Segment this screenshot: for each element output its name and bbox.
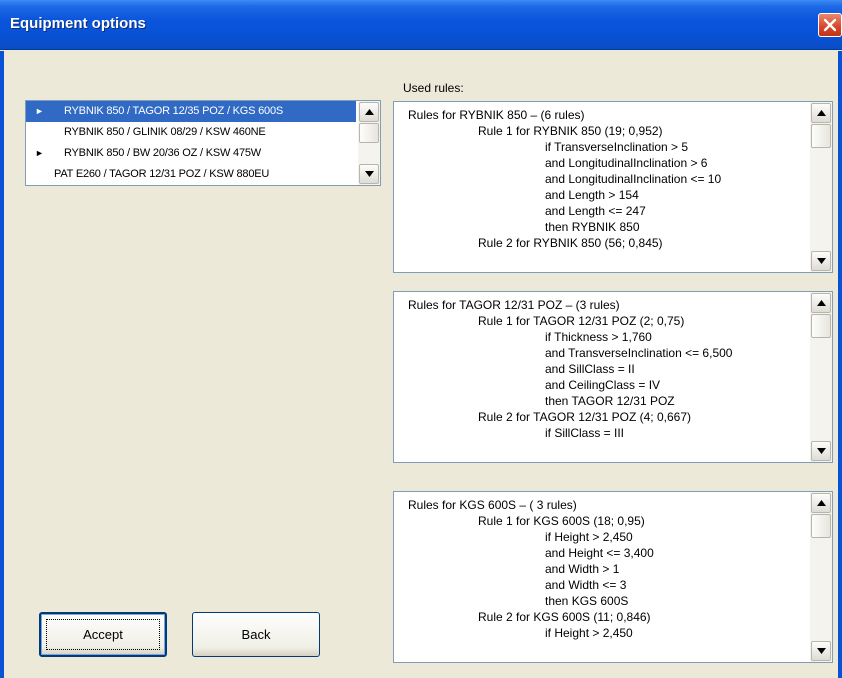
rules-panel-tagor[interactable]: Rules for TAGOR 12/31 POZ – (3 rules) Ru… bbox=[393, 291, 833, 463]
rule-title: Rule 1 for TAGOR 12/31 POZ (2; 0,75) bbox=[478, 314, 685, 328]
rule-condition: if Height > 2,450 bbox=[545, 626, 633, 640]
scroll-up-button[interactable] bbox=[811, 103, 831, 123]
rule-condition: and Length <= 247 bbox=[545, 204, 646, 218]
scroll-down-button[interactable] bbox=[811, 641, 831, 661]
rules-panel-rybnik[interactable]: Rules for RYBNIK 850 – (6 rules) Rule 1 … bbox=[393, 101, 833, 273]
scroll-up-button[interactable] bbox=[811, 493, 831, 513]
panel-scrollbar[interactable] bbox=[810, 492, 832, 662]
list-item-label: RYBNIK 850 / TAGOR 12/35 POZ / KGS 600S bbox=[64, 105, 284, 117]
rule-condition: if TransverseInclination > 5 bbox=[545, 140, 689, 154]
arrow-up-icon bbox=[816, 110, 826, 116]
arrow-up-icon bbox=[816, 500, 826, 506]
rule-conclusion: then KGS 600S bbox=[545, 594, 629, 608]
rules-heading: Rules for TAGOR 12/31 POZ – (3 rules) bbox=[408, 298, 620, 312]
list-item[interactable]: RYBNIK 850 / GLINIK 08/29 / KSW 460NE bbox=[26, 122, 356, 143]
rule-condition: and Length > 154 bbox=[545, 188, 639, 202]
current-row-marker: ► bbox=[35, 148, 44, 158]
list-scrollbar[interactable] bbox=[358, 101, 380, 185]
close-icon bbox=[823, 18, 837, 32]
scroll-thumb[interactable] bbox=[811, 124, 831, 148]
rule-condition: if SillClass = III bbox=[545, 426, 625, 440]
current-row-marker: ► bbox=[35, 106, 44, 116]
scroll-thumb[interactable] bbox=[811, 314, 831, 338]
rule-title: Rule 1 for RYBNIK 850 (19; 0,952) bbox=[478, 124, 663, 138]
back-button-label: Back bbox=[241, 627, 271, 642]
rule-title: Rule 2 for RYBNIK 850 (56; 0,845) bbox=[478, 236, 663, 250]
scroll-up-button[interactable] bbox=[359, 102, 379, 122]
rule-condition: and LongitudinalInclination <= 10 bbox=[545, 172, 722, 186]
arrow-up-icon bbox=[364, 109, 374, 115]
rule-condition: and TransverseInclination <= 6,500 bbox=[545, 346, 733, 360]
rule-condition: and Width <= 3 bbox=[545, 578, 627, 592]
arrow-down-icon bbox=[364, 171, 374, 177]
rule-condition: and SillClass = II bbox=[545, 362, 635, 376]
arrow-down-icon bbox=[816, 648, 826, 654]
rule-condition: if Height > 2,450 bbox=[545, 530, 633, 544]
rule-condition: and Height <= 3,400 bbox=[545, 546, 654, 560]
list-item[interactable]: ► RYBNIK 850 / BW 20/36 OZ / KSW 475W bbox=[26, 143, 356, 164]
back-button[interactable]: Back bbox=[192, 612, 320, 657]
list-item-label: RYBNIK 850 / GLINIK 08/29 / KSW 460NE bbox=[64, 126, 266, 138]
arrow-down-icon bbox=[816, 448, 826, 454]
rules-heading: Rules for RYBNIK 850 – (6 rules) bbox=[408, 108, 585, 122]
panel-scrollbar[interactable] bbox=[810, 292, 832, 462]
equipment-list[interactable]: ► RYBNIK 850 / TAGOR 12/35 POZ / KGS 600… bbox=[25, 100, 381, 186]
title-bar[interactable]: Equipment options bbox=[0, 0, 842, 50]
rule-condition: and CeilingClass = IV bbox=[545, 378, 661, 392]
scroll-down-button[interactable] bbox=[359, 164, 379, 184]
rules-panel-kgs[interactable]: Rules for KGS 600S – ( 3 rules) Rule 1 f… bbox=[393, 491, 833, 663]
list-item-label: PAT E260 / TAGOR 12/31 POZ / KSW 880EU bbox=[54, 168, 270, 180]
rule-title: Rule 2 for TAGOR 12/31 POZ (4; 0,667) bbox=[478, 410, 691, 424]
rule-condition: and LongitudinalInclination > 6 bbox=[545, 156, 708, 170]
scroll-down-button[interactable] bbox=[811, 251, 831, 271]
rule-condition: if Thickness > 1,760 bbox=[545, 330, 652, 344]
rules-heading: Rules for KGS 600S – ( 3 rules) bbox=[408, 498, 577, 512]
rule-conclusion: then RYBNIK 850 bbox=[545, 220, 640, 234]
rule-title: Rule 1 for KGS 600S (18; 0,95) bbox=[478, 514, 645, 528]
window-title: Equipment options bbox=[10, 15, 146, 32]
accept-button[interactable]: Accept bbox=[39, 612, 167, 657]
used-rules-label: Used rules: bbox=[403, 81, 464, 95]
close-button[interactable] bbox=[818, 13, 842, 37]
scroll-up-button[interactable] bbox=[811, 293, 831, 313]
panel-scrollbar[interactable] bbox=[810, 102, 832, 272]
list-item-label: RYBNIK 850 / BW 20/36 OZ / KSW 475W bbox=[64, 147, 261, 159]
arrow-up-icon bbox=[816, 300, 826, 306]
arrow-down-icon bbox=[816, 258, 826, 264]
scroll-down-button[interactable] bbox=[811, 441, 831, 461]
scroll-thumb[interactable] bbox=[811, 514, 831, 538]
rule-condition: and Width > 1 bbox=[545, 562, 620, 576]
list-item[interactable]: PAT E260 / TAGOR 12/31 POZ / KSW 880EU bbox=[26, 164, 356, 185]
rule-conclusion: then TAGOR 12/31 POZ bbox=[545, 394, 675, 408]
list-item[interactable]: ► RYBNIK 850 / TAGOR 12/35 POZ / KGS 600… bbox=[26, 101, 356, 122]
scroll-thumb[interactable] bbox=[359, 123, 379, 143]
rule-title: Rule 2 for KGS 600S (11; 0,846) bbox=[478, 610, 651, 624]
focus-rectangle bbox=[46, 619, 160, 650]
